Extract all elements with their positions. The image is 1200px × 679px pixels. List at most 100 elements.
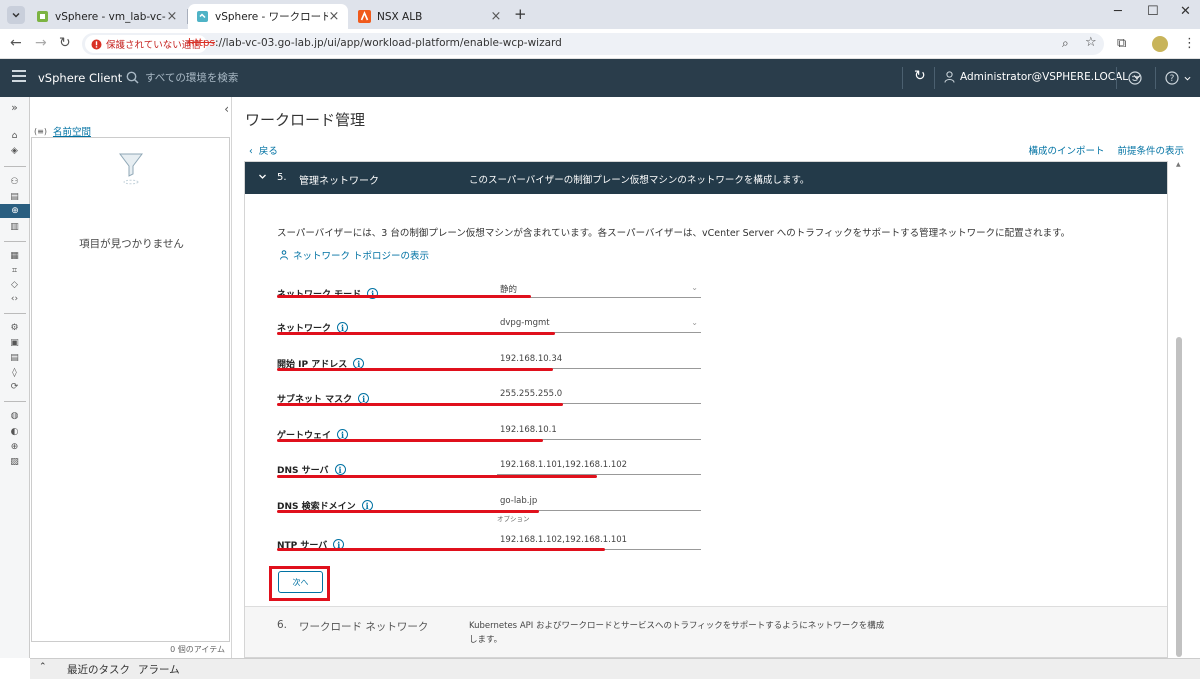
namespace-item[interactable]: (≡) 名前空間 xyxy=(34,124,91,139)
start-ip-input[interactable]: 192.168.10.34 xyxy=(497,354,701,369)
cloud-provider-icon[interactable]: ◇ xyxy=(8,279,21,290)
nav-rail: » ⌂ ◈ ⚇ ▤ ⊕ ▥ ▦ ⌗ ◇ ‹› ⚙ ▣ ▤ ◊ ⟳ ◍ ◐ ⊕ ▨ xyxy=(0,97,30,658)
vms-templates-icon[interactable]: ▤ xyxy=(8,191,21,202)
dns-server-input[interactable]: 192.168.1.101,192.168.1.102 xyxy=(497,460,701,475)
aria-icon[interactable]: ◍ xyxy=(8,410,21,421)
brand-title: vSphere Client xyxy=(38,71,123,85)
show-prereq-link[interactable]: 前提条件の表示 xyxy=(1117,143,1184,157)
scroll-up-icon[interactable]: ▲ xyxy=(1176,161,1181,168)
extensions-icon[interactable]: ⧉ xyxy=(1117,36,1126,51)
home-icon[interactable]: ⌂ xyxy=(8,130,21,141)
step-description: このスーパーバイザーの制御プレーン仮想マシンのネットワークを構成します。 xyxy=(469,175,810,186)
step-6-section[interactable]: 6. ワークロード ネットワーク Kubernetes API およびワークロー… xyxy=(245,607,1167,657)
browser-tab-nsx[interactable]: NSX ALB × xyxy=(350,4,510,29)
reload-icon[interactable]: ↻ xyxy=(59,35,71,51)
step-name: 管理ネットワーク xyxy=(299,176,379,187)
tasks-icon[interactable]: ▣ xyxy=(8,337,21,348)
alarms-tab[interactable]: アラーム xyxy=(138,662,180,677)
close-icon[interactable]: × xyxy=(490,9,502,24)
close-icon[interactable]: × xyxy=(328,9,340,24)
header-divider xyxy=(902,67,903,89)
refresh-icon[interactable]: ↻ xyxy=(914,68,926,84)
bottom-bar: ⌃ 最近のタスク アラーム xyxy=(30,658,1200,679)
chevron-down-icon: ⌄ xyxy=(691,318,698,327)
user-menu[interactable]: Administrator@VSPHERE.LOCAL xyxy=(944,71,1141,83)
scrollbar-thumb[interactable] xyxy=(1176,337,1182,657)
forward-arrow-icon[interactable]: → xyxy=(35,35,47,51)
chevron-down-icon xyxy=(259,174,266,179)
network-select[interactable]: dvpg-mgmt ⌄ xyxy=(497,318,701,333)
browser-tab-vm[interactable]: vSphere - vm_lab-vc-03 - 仮想マ × xyxy=(28,4,186,29)
main-content: ワークロード管理 ‹ 戻る 構成のインポート 前提条件の表示 5. 管理ネットワ… xyxy=(232,97,1200,658)
back-arrow-icon[interactable]: ← xyxy=(10,35,22,51)
new-tab-button[interactable]: + xyxy=(514,5,527,23)
topology-icon xyxy=(280,250,288,260)
wizard-panel: 5. 管理ネットワーク このスーパーバイザーの制御プレーン仮想マシンのネットワー… xyxy=(244,161,1168,658)
minimize-button[interactable]: ─ xyxy=(1114,4,1122,19)
tab-title: NSX ALB xyxy=(377,10,423,23)
tab-title: vSphere - vm_lab-vc-03 - 仮想マ xyxy=(55,11,166,23)
dns-search-domain-input[interactable]: go-lab.jp xyxy=(497,496,701,511)
collapse-panel-icon[interactable]: ‹ xyxy=(224,102,229,116)
funnel-icon xyxy=(119,153,143,185)
vsphere-favicon-icon xyxy=(37,11,48,22)
skyline-icon[interactable]: ◐ xyxy=(8,426,21,437)
browser-menu-icon[interactable]: ⋮ xyxy=(1183,36,1196,51)
item-count: 0 個のアイテム xyxy=(170,645,225,654)
help-icon[interactable]: ? xyxy=(1165,71,1191,85)
address-bar[interactable]: 保護されていない通信 https://lab-vc-03.go-lab.jp/u… xyxy=(82,33,1104,55)
vsphere-favicon-icon xyxy=(197,11,208,22)
back-link[interactable]: ‹ 戻る xyxy=(249,143,278,157)
nsx-favicon-icon xyxy=(358,10,371,23)
close-icon[interactable]: × xyxy=(166,9,178,24)
highlight-underline xyxy=(277,403,563,406)
header-divider xyxy=(1116,67,1117,89)
empty-message: 項目が見つかりません xyxy=(79,238,184,250)
subnet-mask-input[interactable]: 255.255.255.0 xyxy=(497,389,701,404)
warning-icon xyxy=(91,39,102,49)
workload-management-icon[interactable]: ⊕ xyxy=(0,204,30,218)
shortcuts-icon[interactable]: ◈ xyxy=(8,145,21,156)
events-icon[interactable]: ▤ xyxy=(8,352,21,363)
plugin-icon[interactable]: ⊕ xyxy=(8,441,21,452)
browser-tab-workload[interactable]: vSphere - ワークロード管理 × xyxy=(188,4,348,29)
step-5-header[interactable]: 5. 管理ネットワーク このスーパーバイザーの制御プレーン仮想マシンのネットワー… xyxy=(245,162,1167,194)
namespace-link[interactable]: 名前空間 xyxy=(53,124,91,138)
maximize-button[interactable]: ☐ xyxy=(1147,4,1159,19)
gateway-input[interactable]: 192.168.10.1 xyxy=(497,425,701,440)
highlight-underline xyxy=(277,439,543,442)
bookmark-star-icon[interactable]: ☆ xyxy=(1085,35,1097,50)
checklist-icon[interactable]: ▨ xyxy=(8,456,21,467)
developer-center-icon[interactable]: ‹› xyxy=(8,293,21,304)
security-label: 保護されていない通信 xyxy=(106,40,201,51)
step-description: Kubernetes API およびワークロードとサービスへのトラフィックをサポ… xyxy=(469,621,885,645)
highlight-underline xyxy=(277,548,605,551)
page-title: ワークロード管理 xyxy=(245,111,366,129)
hamburger-menu-icon[interactable] xyxy=(12,70,26,85)
scrollbar[interactable]: ▲ xyxy=(1175,161,1184,658)
hosts-clusters-icon[interactable]: ⚇ xyxy=(8,176,21,187)
expand-panel-icon[interactable]: » xyxy=(8,101,21,114)
chevron-up-icon[interactable]: ⌃ xyxy=(39,662,47,672)
storage-icon[interactable]: ▥ xyxy=(8,221,21,232)
lifecycle-icon[interactable]: ⟳ xyxy=(8,381,21,392)
namespace-icon: (≡) xyxy=(34,126,47,136)
administration-icon[interactable]: ⚙ xyxy=(8,322,21,333)
topology-link[interactable]: ネットワーク トポロジーの表示 xyxy=(279,248,429,262)
global-search[interactable]: すべての環境を検索 xyxy=(126,70,238,85)
tags-icon[interactable]: ◊ xyxy=(8,367,21,378)
info-icon[interactable]: i xyxy=(334,464,346,475)
content-library-icon[interactable]: ▦ xyxy=(8,250,21,261)
next-button[interactable]: 次へ xyxy=(278,571,323,593)
user-icon xyxy=(944,71,955,83)
profile-avatar[interactable] xyxy=(1152,36,1168,52)
tab-title: vSphere - ワークロード管理 xyxy=(215,11,328,23)
recent-tasks-tab[interactable]: 最近のタスク xyxy=(67,662,130,677)
browser-tab-bar: vSphere - vm_lab-vc-03 - 仮想マ × vSphere -… xyxy=(0,0,1200,29)
zoom-icon[interactable]: ⌕ xyxy=(1062,36,1069,51)
policies-icon[interactable]: ⌗ xyxy=(8,265,21,276)
import-config-link[interactable]: 構成のインポート xyxy=(1028,143,1104,157)
tab-search-button[interactable] xyxy=(7,6,25,24)
feedback-smiley-icon[interactable] xyxy=(1128,71,1142,85)
close-window-button[interactable]: ✕ xyxy=(1180,4,1191,19)
